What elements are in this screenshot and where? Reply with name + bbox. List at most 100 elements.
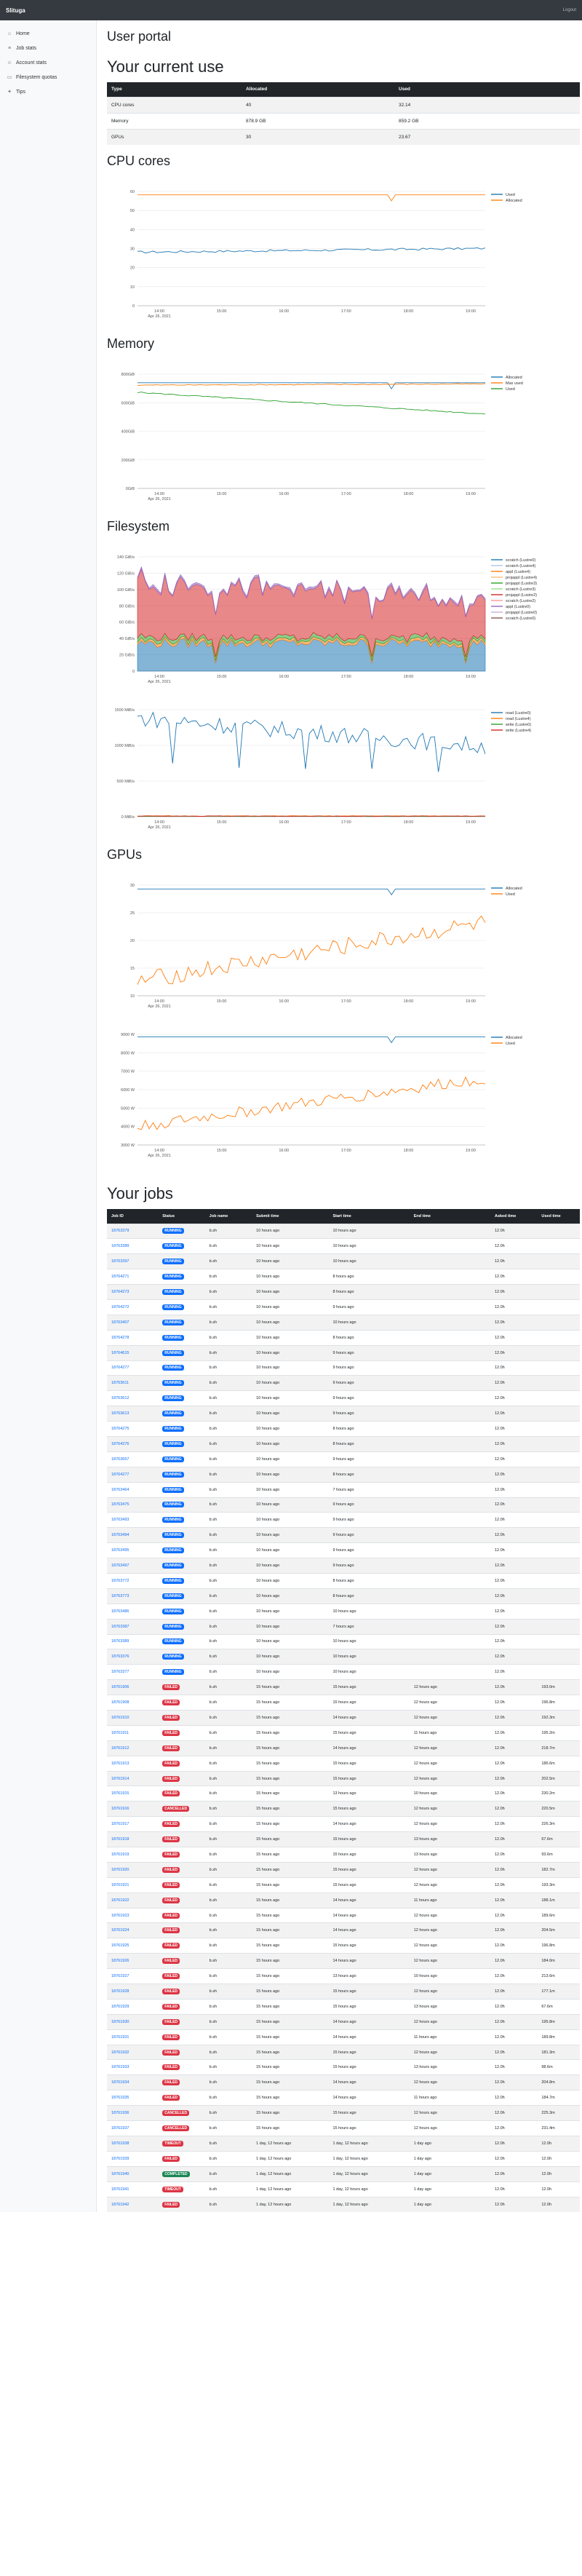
job-id-link[interactable]: 18763486	[111, 1609, 129, 1614]
job-id-link[interactable]: 18761932	[111, 2050, 129, 2055]
x-tick-label: 14:00	[154, 999, 164, 1004]
status-badge: FAILED	[162, 1943, 180, 1949]
job-id-link[interactable]: 18761917	[111, 1822, 129, 1826]
job-id-link[interactable]: 18764278	[111, 1336, 129, 1340]
job-id-link[interactable]: 18761931	[111, 2035, 129, 2040]
job-id-link[interactable]: 18763773	[111, 1594, 129, 1598]
job-id-link[interactable]: 18761927	[111, 1974, 129, 1978]
job-id-link[interactable]: 18761936	[111, 2111, 129, 2115]
status-badge: FAILED	[162, 2049, 180, 2056]
jobs-header-asked-time[interactable]: Asked time	[490, 1209, 538, 1224]
job-id-link[interactable]: 18761923	[111, 1914, 129, 1918]
brand-logo[interactable]: Slituga	[6, 7, 25, 14]
job-id-link[interactable]: 18761938	[111, 2141, 129, 2146]
job-id-link[interactable]: 18764277	[111, 1473, 129, 1477]
job-id-link[interactable]: 18761920	[111, 1868, 129, 1872]
table-row: 18761913 FAILED b.sh 15 hours ago 15 hours a…	[107, 1755, 580, 1772]
jobs-header-start-time[interactable]: Start time	[328, 1209, 410, 1224]
job-id-link[interactable]: 18761933	[111, 2065, 129, 2069]
job-id-link[interactable]: 18761925	[111, 1943, 129, 1948]
job-id-link[interactable]: 18763611	[111, 1381, 129, 1385]
job-id-link[interactable]: 18761937	[111, 2126, 129, 2131]
table-row: 18761934 FAILED b.sh 15 hours ago 14 hours a…	[107, 2074, 580, 2090]
job-id-link[interactable]: 18763612	[111, 1396, 129, 1400]
job-id-link[interactable]: 18763464	[111, 1488, 129, 1492]
sidebar-item-job-stats[interactable]: ≡ Job stats	[0, 41, 96, 55]
sidebar-item-filesystem-quotas[interactable]: ▭ Filesystem quotas	[0, 70, 96, 84]
job-status-cell: FAILED	[158, 2150, 205, 2167]
job-id-link[interactable]: 18764615	[111, 1351, 129, 1355]
job-id-link[interactable]: 18761941	[111, 2187, 129, 2192]
job-id-link[interactable]: 18764277	[111, 1366, 129, 1370]
job-id-link[interactable]: 18764273	[111, 1290, 129, 1294]
job-id-link[interactable]: 18761915	[111, 1791, 129, 1796]
job-status-cell: FAILED	[158, 2059, 205, 2075]
job-cell: 14 hours ago	[328, 2029, 410, 2045]
job-id-link[interactable]: 18763475	[111, 1502, 129, 1507]
job-cell	[537, 1451, 580, 1467]
job-id-link[interactable]: 18763772	[111, 1579, 129, 1583]
job-id-link[interactable]: 18763613	[111, 1411, 129, 1416]
job-id-link[interactable]: 18763377	[111, 1670, 129, 1674]
job-id-link[interactable]: 18763657	[111, 1457, 129, 1462]
job-id-link[interactable]: 18761916	[111, 1807, 129, 1811]
job-cell	[409, 1390, 490, 1406]
job-cell: b.sh	[204, 1907, 252, 1923]
jobs-header-job-name[interactable]: Job name	[204, 1209, 252, 1224]
job-id-link[interactable]: 18761913	[111, 1761, 129, 1766]
status-badge: RUNNING	[162, 1395, 184, 1402]
job-id-link[interactable]: 18761912	[111, 1746, 129, 1751]
top-navbar: Slituga Logout	[0, 0, 582, 20]
jobs-header-submit-time[interactable]: Submit time	[252, 1209, 329, 1224]
job-id-link[interactable]: 18761921	[111, 1883, 129, 1887]
jobs-header-end-time[interactable]: End time	[409, 1209, 490, 1224]
job-id-link[interactable]: 18761919	[111, 1852, 129, 1857]
job-id-link[interactable]: 18763376	[111, 1654, 129, 1659]
jobs-header-used-time[interactable]: Used time	[537, 1209, 580, 1224]
job-id-link[interactable]: 18764276	[111, 1442, 129, 1446]
job-id-link[interactable]: 18764271	[111, 1275, 129, 1279]
job-id-link[interactable]: 18763389	[111, 1639, 129, 1644]
job-id-link[interactable]: 18763407	[111, 1320, 129, 1325]
job-cell: 10 hours ago	[252, 1406, 329, 1422]
job-id-link[interactable]: 18763397	[111, 1259, 129, 1264]
job-id-link[interactable]: 18764272	[111, 1305, 129, 1309]
job-id-link[interactable]: 18763493	[111, 1518, 129, 1522]
job-id-link[interactable]: 18763387	[111, 1625, 129, 1629]
job-id-link[interactable]: 18761918	[111, 1837, 129, 1842]
job-id-link[interactable]: 18761929	[111, 2005, 129, 2009]
job-id-link[interactable]: 18763389	[111, 1244, 129, 1248]
job-id-link[interactable]: 18761934	[111, 2080, 129, 2085]
job-id-link[interactable]: 18761906	[111, 1685, 129, 1689]
job-cell	[537, 1603, 580, 1620]
jobs-header-job-id[interactable]: Job ID	[107, 1209, 159, 1224]
job-id-link[interactable]: 18761908	[111, 1700, 129, 1705]
job-id-link[interactable]: 18761922	[111, 1898, 129, 1903]
logout-link[interactable]: Logout	[563, 8, 576, 12]
job-cell: b.sh	[204, 1435, 252, 1452]
job-id-cell: 18761929	[107, 1998, 159, 2015]
job-id-link[interactable]: 18761911	[111, 1731, 129, 1735]
job-id-link[interactable]: 18761935	[111, 2096, 129, 2100]
job-id-link[interactable]: 18761930	[111, 2020, 129, 2024]
job-id-link[interactable]: 18761939	[111, 2157, 129, 2161]
sidebar-item-tips[interactable]: ✦ Tips	[0, 84, 96, 99]
job-status-cell: FAILED	[158, 1816, 205, 1832]
job-id-link[interactable]: 18763379	[111, 1229, 129, 1233]
job-id-link[interactable]: 18761926	[111, 1959, 129, 1963]
job-id-link[interactable]: 18761940	[111, 2172, 129, 2176]
job-id-link[interactable]: 18761910	[111, 1716, 129, 1720]
job-id-link[interactable]: 18764275	[111, 1427, 129, 1431]
job-id-link[interactable]: 18761928	[111, 1989, 129, 1994]
job-id-link[interactable]: 18763495	[111, 1548, 129, 1553]
table-row: 18763495 RUNNING b.sh 10 hours ago 9 hours a…	[107, 1542, 580, 1558]
job-id-link[interactable]: 18761942	[111, 2203, 129, 2207]
job-id-link[interactable]: 18763494	[111, 1533, 129, 1537]
job-id-link[interactable]: 18761924	[111, 1928, 129, 1933]
usage-cell: 30	[242, 128, 394, 145]
sidebar-item-account-stats[interactable]: ☺ Account stats	[0, 55, 96, 70]
jobs-header-status[interactable]: Status	[158, 1209, 205, 1224]
job-id-link[interactable]: 18763497	[111, 1564, 129, 1568]
job-id-link[interactable]: 18761914	[111, 1777, 129, 1781]
sidebar-item-home[interactable]: ⌂ Home	[0, 26, 96, 41]
